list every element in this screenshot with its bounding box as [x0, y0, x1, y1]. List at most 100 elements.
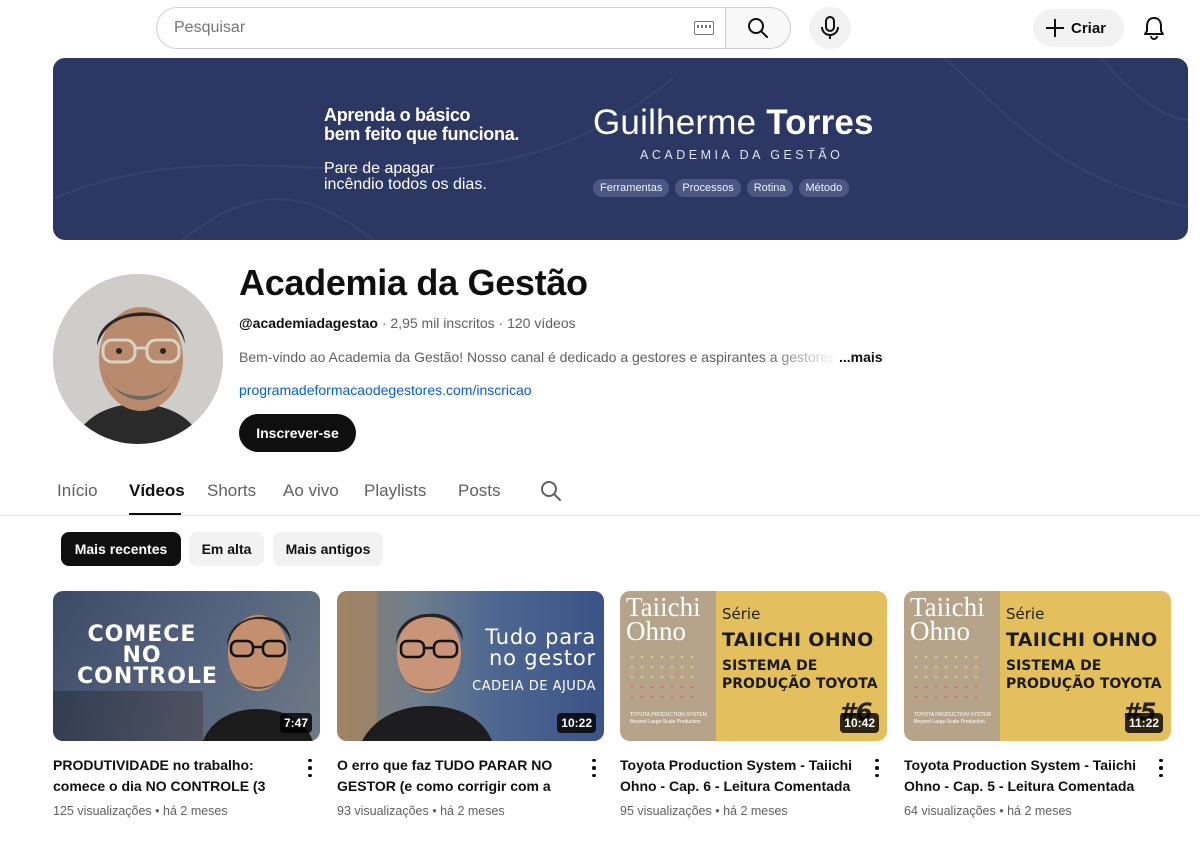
banner-last-name: Torres — [766, 103, 874, 142]
video-duration: 11:22 — [1124, 713, 1163, 733]
more-vert-icon — [1159, 758, 1163, 763]
tab-shorts[interactable]: Shorts — [207, 481, 256, 501]
chip-oldest[interactable]: Mais antigos — [273, 532, 383, 566]
video-card[interactable]: Taiichi Ohno TOYOTA PRODUCTION SYSTEM Be… — [904, 591, 1171, 818]
video-age: há 2 meses — [163, 804, 228, 818]
chip-popular[interactable]: Em alta — [189, 532, 264, 566]
voice-search-button[interactable] — [809, 7, 851, 49]
search-input[interactable] — [174, 19, 674, 37]
video-more-button[interactable] — [1154, 757, 1168, 779]
video-age: há 2 meses — [723, 804, 788, 818]
search-icon — [748, 18, 768, 38]
video-more-button[interactable] — [870, 757, 884, 779]
series-subtitle-line: SISTEMA DE — [1006, 658, 1102, 674]
notifications-button[interactable] — [1134, 8, 1174, 48]
more-vert-icon — [592, 773, 596, 778]
description-more-link[interactable]: ...mais — [839, 349, 883, 365]
video-more-button[interactable] — [587, 757, 601, 779]
video-meta: 125 visualizações • há 2 meses — [53, 804, 228, 818]
more-vert-icon — [308, 766, 312, 770]
search-box[interactable] — [156, 7, 726, 49]
description-text: Bem-vindo ao Academia da Gestão! Nosso c… — [239, 349, 836, 365]
video-card[interactable]: Tudo para no gestor CADEIA DE AJUDA 10:2… — [337, 591, 604, 818]
channel-handle: @academiadagestao — [239, 315, 378, 331]
book-title: Taiichi Ohno — [626, 594, 701, 645]
video-thumbnail[interactable]: Taiichi Ohno TOYOTA PRODUCTION SYSTEM Be… — [620, 591, 887, 741]
meta-separator: • — [715, 804, 724, 818]
series-subtitle-line: SISTEMA DE — [722, 658, 818, 674]
channel-title: Academia da Gestão — [239, 262, 588, 303]
keyboard-icon[interactable] — [694, 21, 714, 35]
series-label: Série — [722, 605, 761, 623]
video-thumbnail[interactable]: COMECE NO CONTROLE 7:47 — [53, 591, 320, 741]
video-meta: 93 visualizações • há 2 meses — [337, 804, 505, 818]
create-label: Criar — [1071, 19, 1107, 37]
book-cover-panel: Taiichi Ohno TOYOTA PRODUCTION SYSTEM Be… — [620, 591, 716, 741]
avatar-portrait — [53, 274, 223, 444]
banner-tag: Método — [798, 179, 850, 197]
banner-tags: Ferramentas Processos Rotina Método — [593, 179, 850, 197]
thumbnail-caption-line: no gestor — [489, 646, 596, 670]
more-vert-icon — [1159, 766, 1163, 770]
top-bar: Criar — [0, 0, 1200, 56]
video-title[interactable]: O erro que faz TUDO PARAR NO GESTOR (e c… — [337, 755, 577, 797]
more-vert-icon — [875, 758, 879, 763]
video-views: 93 visualizações — [337, 804, 429, 818]
more-vert-icon — [875, 773, 879, 778]
more-vert-icon — [1159, 773, 1163, 778]
thumbnail-caption: COMECE NO CONTROLE — [77, 622, 218, 689]
book-dot-pattern — [630, 655, 694, 699]
banner-name: Guilherme Torres — [593, 104, 874, 142]
video-card[interactable]: COMECE NO CONTROLE 7:47 PRODUTIVIDADE no… — [53, 591, 320, 818]
more-vert-icon — [592, 766, 596, 770]
channel-banner: Aprenda o básico bem feito que funciona.… — [53, 58, 1188, 240]
video-views: 125 visualizações — [53, 804, 152, 818]
book-footer-line: TOYOTA PRODUCTION SYSTEM — [630, 712, 707, 718]
banner-decoration — [53, 58, 1188, 240]
thumbnail-caption-line: CONTROLE — [77, 664, 218, 689]
thumbnail-caption-line: COMECE — [87, 622, 197, 647]
book-footer: TOYOTA PRODUCTION SYSTEM Beyond Large-Sc… — [630, 712, 707, 726]
banner-tagline-line: bem feito que funciona. — [324, 124, 520, 144]
book-dot-pattern — [914, 655, 978, 699]
more-vert-icon — [592, 758, 596, 763]
video-thumbnail[interactable]: Taiichi Ohno TOYOTA PRODUCTION SYSTEM Be… — [904, 591, 1171, 741]
banner-tagline-line: Aprenda o básico — [324, 105, 471, 125]
video-meta: 95 visualizações • há 2 meses — [620, 804, 788, 818]
tab-home[interactable]: Início — [57, 481, 98, 501]
channel-description[interactable]: Bem-vindo ao Academia da Gestão! Nosso c… — [239, 349, 883, 365]
banner-org: ACADEMIA DA GESTÃO — [640, 148, 844, 162]
video-thumbnail[interactable]: Tudo para no gestor CADEIA DE AJUDA 10:2… — [337, 591, 604, 741]
video-age: há 2 meses — [440, 804, 505, 818]
video-card[interactable]: Taiichi Ohno TOYOTA PRODUCTION SYSTEM Be… — [620, 591, 887, 818]
book-footer-line: Beyond Large-Scale Production — [914, 719, 985, 725]
video-title[interactable]: PRODUTIVIDADE no trabalho: comece o dia … — [53, 755, 293, 797]
banner-subtitle-line: Pare de apagar — [324, 160, 435, 177]
channel-search-button[interactable] — [539, 479, 563, 508]
book-title: Taiichi Ohno — [910, 594, 985, 646]
tab-playlists[interactable]: Playlists — [364, 481, 426, 501]
video-age: há 2 meses — [1007, 804, 1072, 818]
video-title[interactable]: Toyota Production System - Taiichi Ohno … — [904, 755, 1144, 797]
video-more-button[interactable] — [303, 757, 317, 779]
series-title: TAIICHI OHNO — [1006, 629, 1158, 651]
channel-avatar[interactable] — [53, 274, 223, 444]
search-icon — [541, 481, 561, 501]
meta-separator: • — [999, 804, 1008, 818]
book-title-line: Ohno — [910, 616, 970, 646]
series-subtitle: SISTEMA DE PRODUÇÃO TOYOTA — [722, 657, 878, 693]
channel-external-link[interactable]: programadeformacaodegestores.com/inscric… — [239, 382, 532, 398]
channel-meta: @academiadagestao · 2,95 mil inscritos ·… — [239, 315, 576, 331]
chip-most-recent[interactable]: Mais recentes — [61, 532, 181, 566]
meta-separator: • — [432, 804, 441, 818]
subscribe-button[interactable]: Inscrever-se — [239, 414, 356, 452]
banner-subtitle-line: incêndio todos os dias. — [324, 176, 487, 193]
tab-live[interactable]: Ao vivo — [283, 481, 339, 501]
tab-posts[interactable]: Posts — [458, 481, 501, 501]
channel-tabs: Início Vídeos Shorts Ao vivo Playlists P… — [0, 466, 1200, 516]
search-button[interactable] — [725, 7, 791, 49]
tab-videos[interactable]: Vídeos — [129, 481, 185, 501]
create-button[interactable]: Criar — [1033, 9, 1124, 47]
plus-icon — [1046, 19, 1064, 37]
video-title[interactable]: Toyota Production System - Taiichi Ohno … — [620, 755, 860, 797]
